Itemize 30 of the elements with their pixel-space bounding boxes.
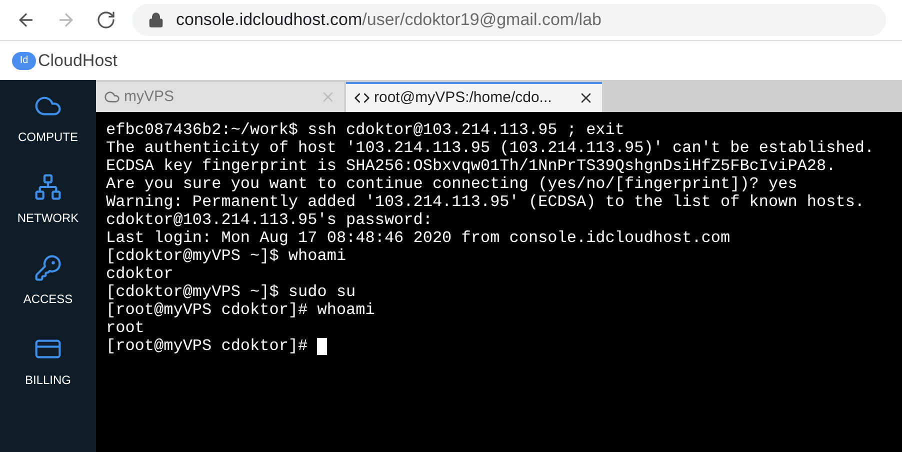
url-host: console.idcloudhost.com <box>176 9 362 32</box>
terminal-line: [root@myVPS cdoktor]# whoami <box>106 301 375 319</box>
terminal-line: [cdoktor@myVPS ~]$ sudo su <box>106 283 356 301</box>
terminal-line: ECDSA key fingerprint is SHA256:OSbxvqw01Th/1NnPrTS39QshgnDsiHfZ5FBcIviPA28. <box>106 157 836 175</box>
terminal-line: cdoktor@103.214.113.95's password: <box>106 211 432 229</box>
url-path: /user/cdoktor19@gmail.com/lab <box>362 9 602 32</box>
tab[interactable]: root@myVPS:/home/cdo... <box>346 82 602 112</box>
reload-icon[interactable] <box>96 10 116 30</box>
sidebar-item[interactable]: ACCESS <box>23 254 73 308</box>
sidebar-item[interactable]: COMPUTE <box>18 92 78 146</box>
network-icon <box>34 173 62 201</box>
terminal-line: cdoktor <box>106 265 174 283</box>
cloud-icon <box>104 89 120 105</box>
terminal-line: root <box>106 319 144 337</box>
terminal-prompt: [root@myVPS cdoktor]# <box>106 337 309 355</box>
terminal-line: Warning: Permanently added '103.214.113.95' (ECDSA) to the list of known hosts. <box>106 193 865 211</box>
address-bar[interactable]: console.idcloudhost.com/user/cdoktor19@gmail.com/lab <box>132 4 886 36</box>
terminal[interactable] <box>96 112 902 452</box>
logo-badge: Id <box>12 52 36 70</box>
terminal-line: Are you sure you want to continue connecting (yes/no/[fingerprint])? yes <box>106 175 798 193</box>
terminal-cursor <box>317 338 328 354</box>
terminal-line: The authenticity of host '103.214.113.95 (103.214.113.95)' can't be established. <box>106 139 874 157</box>
lock-icon <box>148 12 164 28</box>
key-icon <box>34 254 62 282</box>
terminal-line: [cdoktor@myVPS ~]$ whoami <box>106 247 346 265</box>
terminal-line: efbc087436b2:~/work$ ssh cdoktor@103.214.113.95 ; exit <box>106 121 624 139</box>
terminal-line: Last login: Mon Aug 17 08:48:46 2020 from console.idcloudhost.com <box>106 229 730 247</box>
sidebar-item[interactable]: BILLING <box>24 335 72 389</box>
logo-text: CloudHost <box>38 50 118 72</box>
sidebar-item[interactable]: NETWORK <box>17 173 79 227</box>
